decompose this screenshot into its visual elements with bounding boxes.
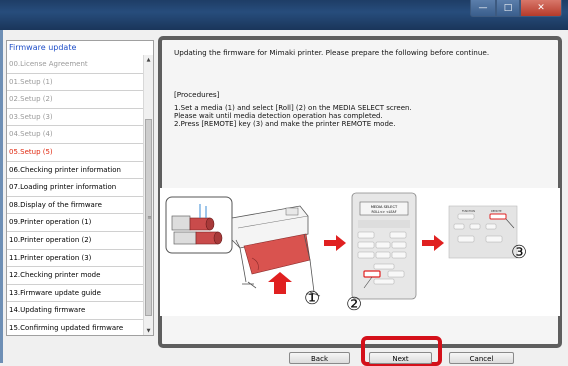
close-button[interactable]: ✕	[520, 0, 562, 17]
procedure-line: 2.Press [REMOTE] key (3) and make the pr…	[174, 120, 396, 129]
control-panel-remote: FUNCTION REMOTE	[448, 205, 518, 259]
arrow-right-icon	[324, 235, 346, 251]
media-roll-inset	[165, 196, 233, 254]
instruction-panel: Updating the firmware for Mimaki printer…	[158, 36, 562, 348]
scroll-up-arrow-icon[interactable]: ▲	[144, 55, 153, 65]
sidebar-scrollbar[interactable]: ▲ ≡ ▼	[143, 55, 153, 335]
maximize-button[interactable]: □	[496, 0, 520, 17]
panel-label: REMOTE	[491, 209, 502, 213]
scroll-down-arrow-icon[interactable]: ▼	[144, 326, 153, 335]
arrow-right-icon	[422, 235, 444, 251]
panel-label: FUNCTION	[462, 209, 475, 213]
step-item-15[interactable]: 15.Confirming updated firmware	[7, 320, 145, 335]
procedure-line: Please wait until media detection operat…	[174, 112, 383, 121]
step-item-11[interactable]: 11.Printer operation (3)	[7, 250, 145, 268]
step-item-03[interactable]: 03.Setup (3)	[7, 109, 145, 127]
grip-icon: ≡	[147, 215, 152, 221]
step-item-13[interactable]: 13.Firmware update guide	[7, 285, 145, 303]
step-item-08[interactable]: 08.Display of the firmware	[7, 197, 145, 215]
step-item-04[interactable]: 04.Setup (4)	[7, 126, 145, 144]
procedures-title: [Procedures]	[174, 90, 220, 99]
callout-2: ②	[346, 294, 362, 315]
callout-3: ③	[511, 242, 527, 263]
back-button[interactable]: Back	[289, 352, 350, 364]
up-arrow-icon	[268, 272, 292, 294]
control-panel-media-select: MEDIA SELECT ROLL<> <LEAF	[351, 192, 417, 300]
step-item-06[interactable]: 06.Checking printer information	[7, 162, 145, 180]
step-item-10[interactable]: 10.Printer operation (2)	[7, 232, 145, 250]
printer-drawing	[231, 205, 321, 297]
steps-sidebar: Firmware update 00.License Agreement 01.…	[6, 40, 154, 336]
lcd-line-2: ROLL<> <LEAF	[371, 210, 396, 214]
sidebar-title: Firmware update	[9, 43, 77, 52]
lcd-line-1: MEDIA SELECT	[371, 205, 398, 209]
minimize-button[interactable]: —	[470, 0, 496, 17]
procedures-text: 1.Set a media (1) and select [Roll] (2) …	[174, 104, 412, 129]
step-item-00[interactable]: 00.License Agreement	[7, 56, 145, 74]
step-item-07[interactable]: 07.Loading printer information	[7, 179, 145, 197]
next-button[interactable]: Next	[369, 352, 432, 364]
procedure-line: 1.Set a media (1) and select [Roll] (2) …	[174, 104, 412, 112]
callout-1: ①	[304, 288, 320, 309]
step-item-14[interactable]: 14.Updating firmware	[7, 302, 145, 320]
window-title-bar: — □ ✕	[0, 0, 568, 30]
step-item-02[interactable]: 02.Setup (2)	[7, 91, 145, 109]
window-controls: — □ ✕	[470, 0, 562, 18]
step-item-05[interactable]: 05.Setup (5)	[7, 144, 145, 162]
step-item-12[interactable]: 12.Checking printer mode	[7, 267, 145, 285]
step-item-01[interactable]: 01.Setup (1)	[7, 74, 145, 92]
intro-text: Updating the firmware for Mimaki printer…	[174, 48, 490, 57]
instruction-illustration: ① MEDIA SELECT ROLL<> <LEAF ② FUNCTION R…	[160, 188, 560, 316]
cancel-button[interactable]: Cancel	[449, 352, 514, 364]
steps-list: 00.License Agreement 01.Setup (1) 02.Set…	[7, 56, 145, 335]
scrollbar-thumb[interactable]: ≡	[145, 119, 152, 316]
step-item-09[interactable]: 09.Printer operation (1)	[7, 214, 145, 232]
illustration-svg: ① MEDIA SELECT ROLL<> <LEAF ② FUNCTION R…	[165, 192, 527, 315]
